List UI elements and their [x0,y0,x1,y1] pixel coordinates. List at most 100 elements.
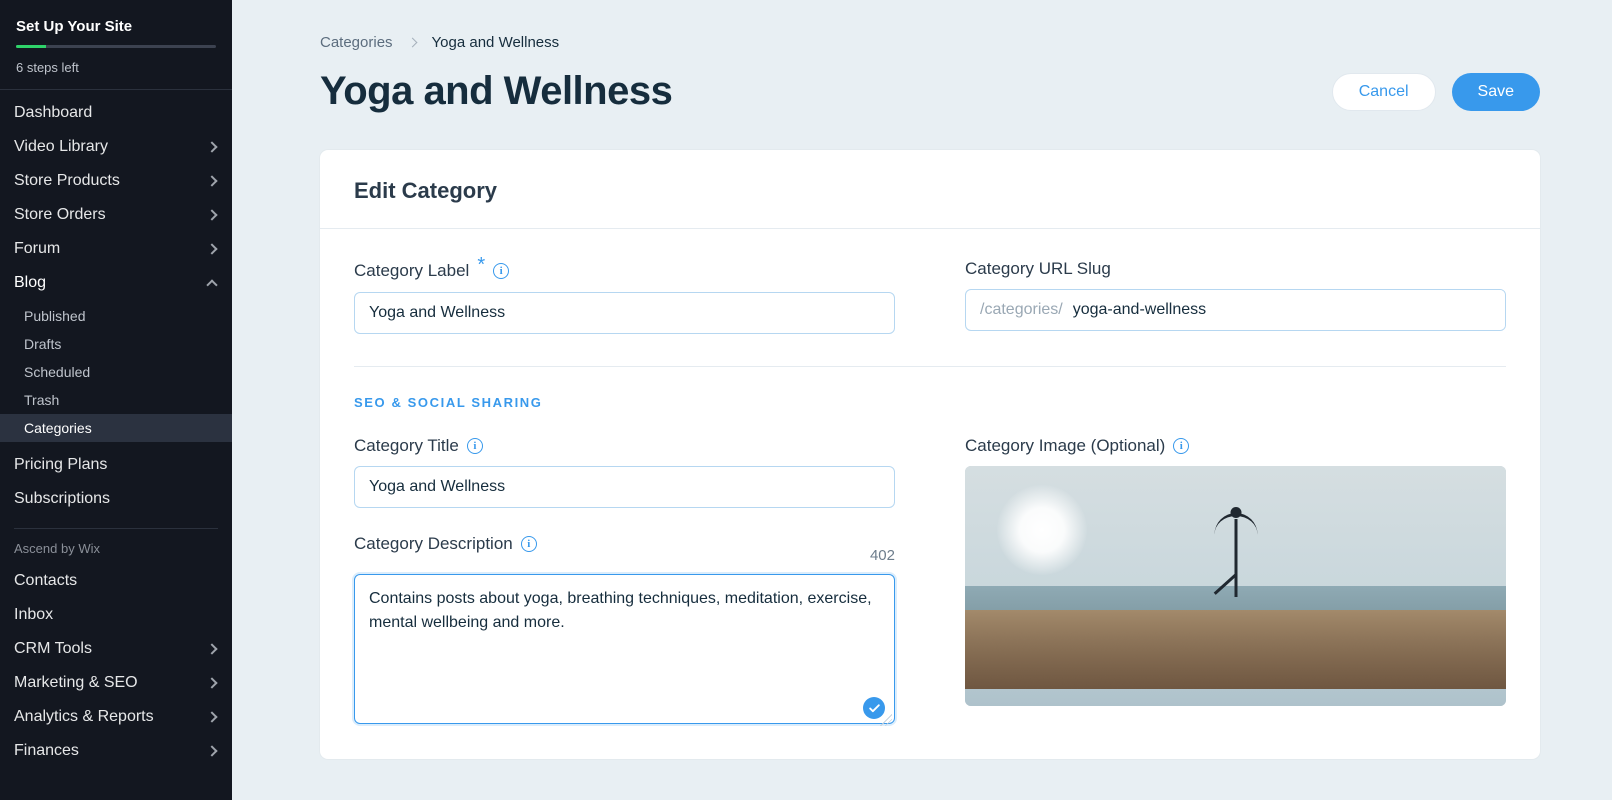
sidebar-item-dashboard[interactable]: Dashboard [0,96,232,130]
chevron-right-icon [206,243,217,254]
chevron-right-icon [206,711,217,722]
chevron-right-icon [407,38,417,48]
sidebar-item-pricing-plans[interactable]: Pricing Plans [0,448,232,482]
field-label: Category Image (Optional) i [965,436,1189,456]
sidebar-blog-subitems: PublishedDraftsScheduledTrashCategories [0,300,232,448]
sidebar-item-label: Analytics & Reports [14,708,154,726]
setup-progress-bar [16,45,216,48]
sidebar-item-label: Marketing & SEO [14,674,138,692]
card-divider [354,366,1506,367]
sidebar-item-finances[interactable]: Finances [0,734,232,768]
sidebar-subitem-published[interactable]: Published [0,302,232,330]
title-row: Yoga and Wellness Cancel Save [320,69,1540,114]
sidebar-item-label: Inbox [14,606,53,624]
category-description-textarea[interactable] [354,574,895,724]
sidebar-item-label: Finances [14,742,79,760]
sidebar-item-subscriptions[interactable]: Subscriptions [0,482,232,516]
required-star-icon: * [477,254,485,277]
category-slug-field: Category URL Slug /categories/ [965,259,1506,334]
field-label: Category Title i [354,436,483,456]
sidebar-item-label: Video Library [14,138,108,156]
sidebar-item-label: Contacts [14,572,77,590]
card-header: Edit Category [320,150,1540,229]
field-label: Category URL Slug [965,259,1111,279]
sidebar-subitem-categories[interactable]: Categories [0,414,232,442]
seo-right-column: Category Image (Optional) i [965,436,1506,729]
category-slug-input[interactable] [1073,290,1505,330]
category-title-input[interactable] [354,466,895,508]
sidebar-subitem-scheduled[interactable]: Scheduled [0,358,232,386]
row-seo: Category Title i Category Description i … [354,436,1506,729]
page-actions: Cancel Save [1332,73,1540,111]
sidebar-item-store-orders[interactable]: Store Orders [0,198,232,232]
image-placeholder-person [1234,519,1237,597]
sidebar-item-label: Pricing Plans [14,456,107,474]
label-text: Category URL Slug [965,259,1111,279]
setup-steps-left: 6 steps left [16,60,216,75]
field-label: Category Label * i [354,259,509,282]
field-label: Category Description i [354,534,537,554]
page-title: Yoga and Wellness [320,69,672,114]
slug-prefix: /categories/ [966,301,1073,319]
sidebar-item-marketing-seo[interactable]: Marketing & SEO [0,666,232,700]
resize-grip-icon[interactable] [880,714,892,726]
chevron-right-icon [206,745,217,756]
main-content: Categories Yoga and Wellness Yoga and We… [232,0,1612,800]
sidebar-subitem-drafts[interactable]: Drafts [0,330,232,358]
sidebar-item-inbox[interactable]: Inbox [0,598,232,632]
chevron-right-icon [206,175,217,186]
save-button[interactable]: Save [1452,73,1540,111]
sidebar-item-store-products[interactable]: Store Products [0,164,232,198]
category-label-field: Category Label * i [354,259,895,334]
sidebar-item-contacts[interactable]: Contacts [0,564,232,598]
category-label-input[interactable] [354,292,895,334]
info-icon[interactable]: i [521,536,537,552]
sidebar-item-label: Blog [14,274,46,292]
info-icon[interactable]: i [493,263,509,279]
sidebar-subitem-trash[interactable]: Trash [0,386,232,414]
sidebar: Set Up Your Site 6 steps left Dashboard V… [0,0,232,800]
sidebar-item-label: Forum [14,240,60,258]
sidebar-item-label: Dashboard [14,104,92,122]
info-icon[interactable]: i [467,438,483,454]
seo-left-column: Category Title i Category Description i … [354,436,895,729]
sidebar-item-blog[interactable]: Blog [0,266,232,300]
sidebar-main-nav: Dashboard Video Library Store Products Stor… [0,90,232,266]
sidebar-divider [14,528,218,529]
category-image-picker[interactable] [965,466,1506,706]
sidebar-item-analytics-reports[interactable]: Analytics & Reports [0,700,232,734]
label-text: Category Description [354,534,513,554]
seo-social-subheader: SEO & SOCIAL SHARING [354,395,1506,410]
description-header: Category Description i 402 [354,534,895,564]
info-icon[interactable]: i [1173,438,1189,454]
sidebar-item-forum[interactable]: Forum [0,232,232,266]
chevron-right-icon [206,141,217,152]
sidebar-item-label: Subscriptions [14,490,110,508]
label-text: Category Image (Optional) [965,436,1165,456]
setup-your-site-block[interactable]: Set Up Your Site 6 steps left [0,0,232,90]
setup-progress-fill [16,45,46,48]
chevron-up-icon [206,279,217,290]
sidebar-item-label: CRM Tools [14,640,92,658]
breadcrumb-current: Yoga and Wellness [432,34,560,51]
sidebar-item-label: Store Products [14,172,120,190]
breadcrumb-root[interactable]: Categories [320,34,393,51]
sidebar-item-label: Store Orders [14,206,106,224]
row-label-slug: Category Label * i Category URL Slug /ca… [354,259,1506,334]
breadcrumb: Categories Yoga and Wellness [320,34,1540,51]
edit-category-card: Edit Category Category Label * i Categor… [320,150,1540,759]
cancel-button[interactable]: Cancel [1332,73,1436,111]
image-placeholder-pier [965,610,1506,689]
label-text: Category Label [354,261,469,281]
description-wrapper [354,574,895,729]
chevron-right-icon [206,677,217,688]
sidebar-section-header-ascend: Ascend by Wix [0,537,232,564]
slug-input-group: /categories/ [965,289,1506,331]
sidebar-item-video-library[interactable]: Video Library [0,130,232,164]
sidebar-item-crm-tools[interactable]: CRM Tools [0,632,232,666]
card-body: Category Label * i Category URL Slug /ca… [320,229,1540,729]
label-text: Category Title [354,436,459,456]
chevron-right-icon [206,643,217,654]
chevron-right-icon [206,209,217,220]
description-char-count: 402 [870,547,895,564]
